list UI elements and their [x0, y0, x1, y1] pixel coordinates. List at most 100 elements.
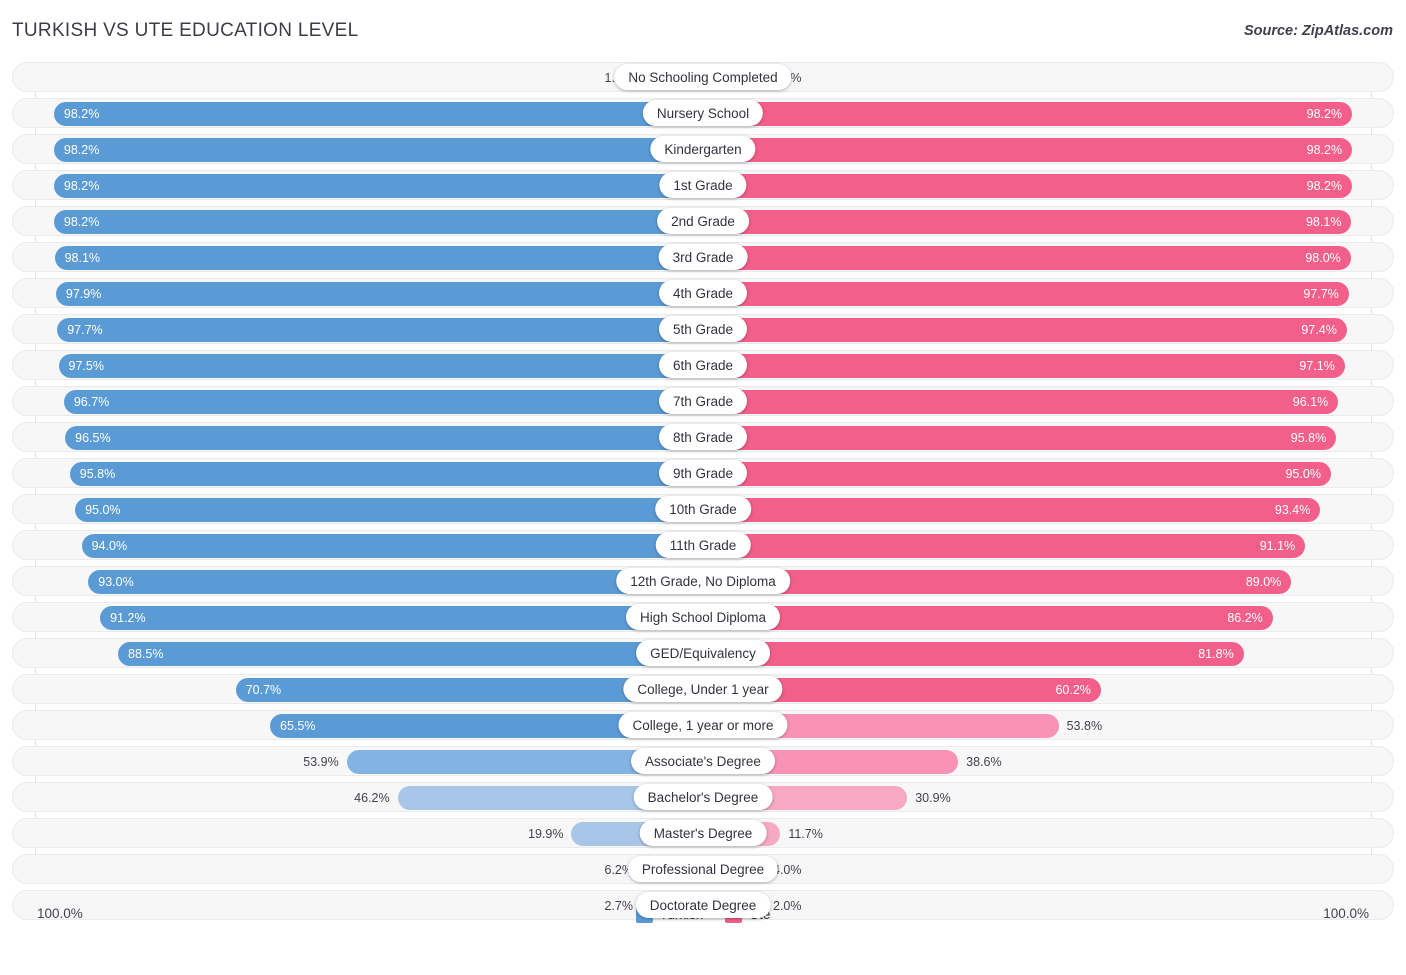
bar-row[interactable]: 6.2% 4.0% Professional Degree: [12, 854, 1394, 884]
bar-row[interactable]: 96.7% 96.1% 7th Grade: [12, 386, 1394, 416]
bar-row[interactable]: 98.1% 98.0% 3rd Grade: [12, 242, 1394, 272]
bar-turkish: 91.2%: [100, 606, 703, 630]
category-label-pill[interactable]: Doctorate Degree: [635, 892, 771, 918]
value-label-ute: 97.4%: [1301, 322, 1337, 337]
bar-ute: 86.2%: [703, 606, 1273, 630]
category-label-pill[interactable]: 1st Grade: [659, 172, 747, 198]
chart-plot-area: 1.8%2.3%No Schooling Completed98.2%98.2%…: [0, 62, 1406, 937]
bar-turkish: 95.8%: [69, 462, 703, 486]
category-label-pill[interactable]: 5th Grade: [658, 316, 748, 342]
value-label-ute: 98.1%: [1305, 214, 1342, 229]
value-label-turkish: 94.0%: [91, 538, 128, 553]
bar-row[interactable]: 91.2% 86.2% High School Diploma: [12, 602, 1394, 632]
bar-row[interactable]: 97.9% 97.7% 4th Grade: [12, 278, 1394, 308]
bar-row[interactable]: 53.9% 38.6% Associate's Degree: [12, 746, 1394, 776]
category-label-pill[interactable]: 6th Grade: [658, 352, 748, 378]
value-label-ute: 98.0%: [1305, 250, 1341, 265]
category-label-pill[interactable]: GED/Equivalency: [636, 640, 770, 666]
value-label-turkish: 97.7%: [67, 322, 103, 337]
bar-row[interactable]: 95.0% 93.4% 10th Grade: [12, 494, 1394, 524]
bar-row[interactable]: 96.5% 95.8% 8th Grade: [12, 422, 1394, 452]
value-label-turkish: 98.2%: [63, 106, 100, 121]
bar-turkish: 98.2%: [53, 174, 703, 198]
value-label-turkish: 65.5%: [280, 718, 316, 733]
category-label-pill[interactable]: 10th Grade: [655, 496, 751, 522]
category-label-pill[interactable]: 2nd Grade: [657, 208, 749, 234]
category-label-pill[interactable]: 12th Grade, No Diploma: [616, 568, 790, 594]
value-label-turkish: 70.7%: [245, 682, 282, 697]
category-label-pill[interactable]: 11th Grade: [655, 532, 751, 558]
value-label-ute: 96.1%: [1292, 394, 1329, 409]
bar-ute: 97.7%: [703, 282, 1349, 306]
value-label-turkish: 98.2%: [63, 178, 100, 193]
bar-row[interactable]: 19.9% 11.7% Master's Degree: [12, 818, 1394, 848]
value-label-turkish: 97.9%: [65, 286, 102, 301]
value-label-ute: 86.2%: [1227, 610, 1263, 625]
value-label-turkish: 46.2%: [354, 790, 390, 805]
category-label-pill[interactable]: Associate's Degree: [631, 748, 775, 774]
value-label-ute: 53.8%: [1066, 718, 1103, 733]
bar-row[interactable]: 98.2% 98.1% 2nd Grade: [12, 206, 1394, 236]
bar-row[interactable]: 98.2% 98.2% 1st Grade: [12, 170, 1394, 200]
bar-row[interactable]: 97.5% 97.1% 6th Grade: [12, 350, 1394, 380]
category-label-pill[interactable]: 7th Grade: [658, 388, 748, 414]
bar-rows-container: 1.8%2.3%No Schooling Completed98.2%98.2%…: [0, 62, 1406, 926]
category-label-pill[interactable]: High School Diploma: [625, 604, 781, 630]
value-label-ute: 98.2%: [1306, 106, 1343, 121]
category-label-pill[interactable]: 4th Grade: [658, 280, 748, 306]
category-label-pill[interactable]: College, Under 1 year: [623, 676, 783, 702]
value-label-ute: 38.6%: [966, 754, 1002, 769]
value-label-turkish: 96.7%: [73, 394, 110, 409]
category-label-pill[interactable]: Professional Degree: [627, 856, 779, 882]
category-label-pill[interactable]: Kindergarten: [650, 136, 756, 162]
category-label-pill[interactable]: Bachelor's Degree: [633, 784, 773, 810]
bar-row[interactable]: 93.0% 89.0% 12th Grade, No Diploma: [12, 566, 1394, 596]
bar-row[interactable]: 97.7% 97.4% 5th Grade: [12, 314, 1394, 344]
value-label-ute: 97.1%: [1299, 358, 1335, 373]
source-attribution: Source: ZipAtlas.com: [1243, 23, 1393, 39]
category-label-pill[interactable]: 3rd Grade: [658, 244, 748, 270]
bar-ute: 98.1%: [703, 210, 1352, 234]
category-label-pill[interactable]: Master's Degree: [639, 820, 767, 846]
bar-row[interactable]: 95.8% 95.0% 9th Grade: [12, 458, 1394, 488]
value-label-ute: 98.2%: [1306, 178, 1343, 193]
bar-ute: 91.1%: [703, 534, 1306, 558]
category-label-pill[interactable]: 8th Grade: [658, 424, 748, 450]
value-label-ute: 98.2%: [1306, 142, 1343, 157]
bar-ute: 95.0%: [703, 462, 1331, 486]
value-label-turkish: 95.8%: [79, 466, 116, 481]
chart-header: TURKISH VS UTE EDUCATION LEVEL Source: Z…: [0, 0, 1406, 56]
bar-ute: 97.4%: [703, 318, 1347, 342]
category-label-pill[interactable]: Nursery School: [642, 100, 764, 126]
bar-turkish: 98.2%: [53, 102, 703, 126]
value-label-turkish: 53.9%: [303, 754, 339, 769]
bar-row[interactable]: 98.2% 98.2% Kindergarten: [12, 134, 1394, 164]
bar-turkish: 97.9%: [55, 282, 703, 306]
value-label-turkish: 98.2%: [63, 142, 100, 157]
value-label-ute: 91.1%: [1259, 538, 1296, 553]
bar-turkish: 97.5%: [58, 354, 703, 378]
value-label-turkish: 91.2%: [110, 610, 146, 625]
bar-row[interactable]: 1.8%2.3%No Schooling Completed: [12, 62, 1394, 92]
category-label-pill[interactable]: No Schooling Completed: [614, 64, 792, 90]
value-label-ute: 11.7%: [788, 826, 823, 841]
value-label-turkish: 98.2%: [63, 214, 100, 229]
bar-ute: 98.0%: [703, 246, 1351, 270]
bar-row[interactable]: 88.5% 81.8% GED/Equivalency: [12, 638, 1394, 668]
bar-row[interactable]: 94.0% 91.1% 11th Grade: [12, 530, 1394, 560]
value-label-turkish: 98.1%: [64, 250, 101, 265]
value-label-ute: 60.2%: [1055, 682, 1091, 697]
bar-row[interactable]: 65.5% 53.8% College, 1 year or more: [12, 710, 1394, 740]
bar-row[interactable]: 70.7% 60.2% College, Under 1 year: [12, 674, 1394, 704]
value-label-turkish: 97.5%: [68, 358, 104, 373]
page-title: TURKISH VS UTE EDUCATION LEVEL: [12, 20, 359, 41]
value-label-ute: 30.9%: [915, 790, 951, 805]
bar-turkish: 97.7%: [57, 318, 703, 342]
bar-turkish: 98.2%: [53, 210, 703, 234]
category-label-pill[interactable]: College, 1 year or more: [618, 712, 788, 738]
bar-ute: 93.4%: [703, 498, 1321, 522]
bar-row[interactable]: 98.2% 98.2% Nursery School: [12, 98, 1394, 128]
bar-row[interactable]: 46.2% 30.9% Bachelor's Degree: [12, 782, 1394, 812]
category-label-pill[interactable]: 9th Grade: [658, 460, 748, 486]
bar-turkish: 98.1%: [54, 246, 703, 270]
